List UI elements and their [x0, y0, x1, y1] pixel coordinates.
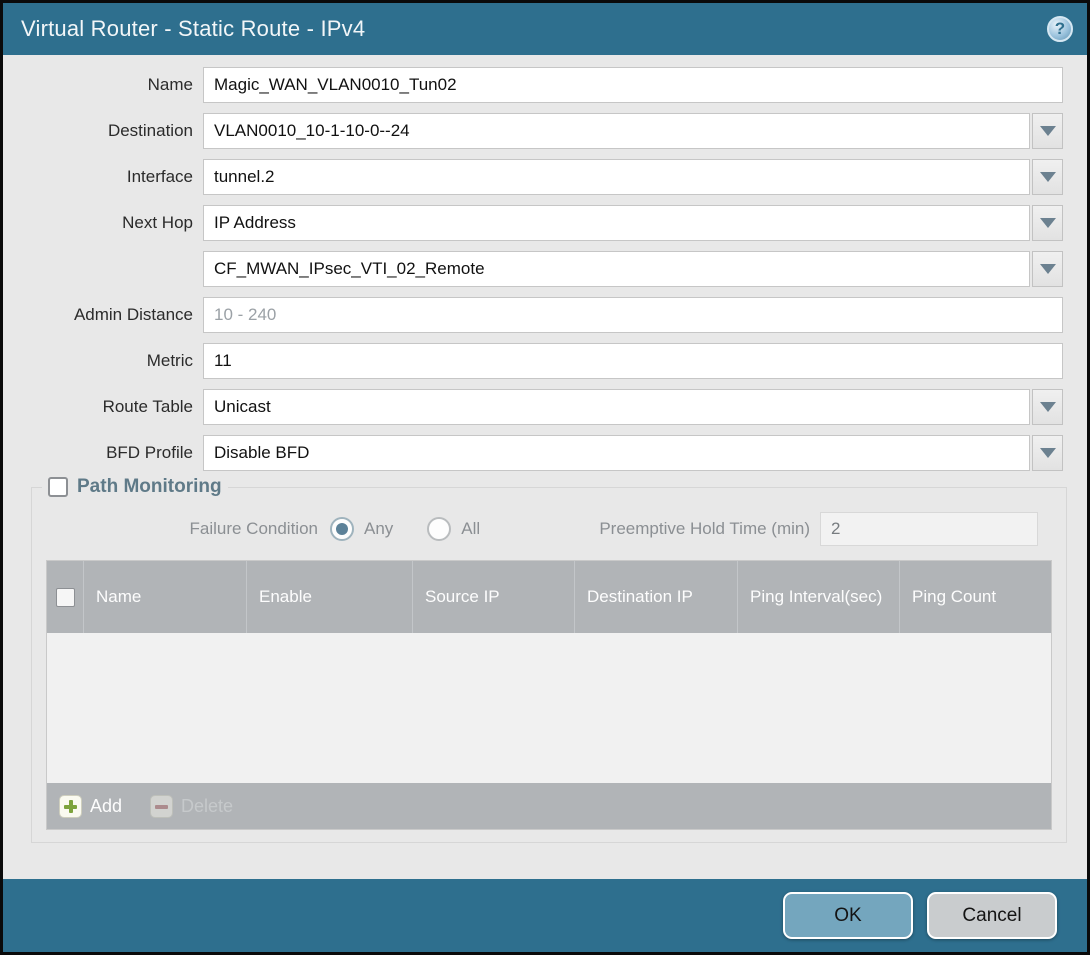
column-header-source-ip: Source IP [413, 561, 575, 633]
next-hop-address-input[interactable] [203, 251, 1030, 287]
dialog-titlebar: Virtual Router - Static Route - IPv4 ? [3, 3, 1087, 55]
minus-icon [150, 795, 173, 818]
bfd-profile-dropdown-button[interactable] [1032, 435, 1063, 471]
ok-button[interactable]: OK [783, 892, 913, 939]
next-hop-row: Next Hop [3, 205, 1063, 241]
route-table-dropdown-button[interactable] [1032, 389, 1063, 425]
failure-condition-row: Failure Condition Any All Preemptive Hol… [40, 512, 1038, 546]
interface-label: Interface [3, 167, 203, 187]
column-header-enable: Enable [247, 561, 413, 633]
failure-condition-label: Failure Condition [40, 519, 330, 539]
column-header-ping-count: Ping Count [900, 561, 1051, 633]
chevron-down-icon [1040, 218, 1056, 228]
failure-condition-any-radio: Any [330, 517, 393, 541]
path-monitoring-title: Path Monitoring [77, 476, 222, 498]
table-header: Name Enable Source IP Destination IP Pin… [47, 561, 1051, 633]
destination-dropdown-button[interactable] [1032, 113, 1063, 149]
static-route-dialog: Virtual Router - Static Route - IPv4 ? N… [0, 0, 1090, 955]
add-button[interactable]: Add [59, 795, 122, 818]
destination-row: Destination [3, 113, 1063, 149]
plus-icon [59, 795, 82, 818]
chevron-down-icon [1040, 264, 1056, 274]
chevron-down-icon [1040, 172, 1056, 182]
route-table-row: Route Table [3, 389, 1063, 425]
admin-distance-input[interactable] [203, 297, 1063, 333]
interface-row: Interface [3, 159, 1063, 195]
next-hop-type-input[interactable] [203, 205, 1030, 241]
table-footer: Add Delete [47, 783, 1051, 829]
path-monitoring-table: Name Enable Source IP Destination IP Pin… [46, 560, 1052, 830]
dialog-title: Virtual Router - Static Route - IPv4 [21, 16, 365, 42]
next-hop-address-row [3, 251, 1063, 287]
route-table-label: Route Table [3, 397, 203, 417]
cancel-button[interactable]: Cancel [927, 892, 1057, 939]
chevron-down-icon [1040, 448, 1056, 458]
column-header-destination-ip: Destination IP [575, 561, 738, 633]
metric-row: Metric [3, 343, 1063, 379]
radio-icon [427, 517, 451, 541]
path-monitoring-section: Path Monitoring Failure Condition Any Al… [31, 487, 1067, 843]
route-table-input[interactable] [203, 389, 1030, 425]
bfd-profile-input[interactable] [203, 435, 1030, 471]
destination-input[interactable] [203, 113, 1030, 149]
chevron-down-icon [1040, 402, 1056, 412]
name-label: Name [3, 75, 203, 95]
name-row: Name [3, 67, 1063, 103]
preemptive-hold-time-label: Preemptive Hold Time (min) [599, 519, 820, 539]
column-header-name: Name [84, 561, 247, 633]
name-input[interactable] [203, 67, 1063, 103]
metric-input[interactable] [203, 343, 1063, 379]
chevron-down-icon [1040, 126, 1056, 136]
next-hop-address-dropdown-button[interactable] [1032, 251, 1063, 287]
bfd-profile-label: BFD Profile [3, 443, 203, 463]
preemptive-hold-time-input [820, 512, 1038, 546]
dialog-footer: OK Cancel [3, 879, 1087, 952]
select-all-checkbox[interactable] [56, 588, 75, 607]
admin-distance-label: Admin Distance [3, 305, 203, 325]
path-monitoring-checkbox[interactable] [48, 477, 68, 497]
radio-icon [330, 517, 354, 541]
destination-label: Destination [3, 121, 203, 141]
bfd-profile-row: BFD Profile [3, 435, 1063, 471]
next-hop-label: Next Hop [3, 213, 203, 233]
interface-input[interactable] [203, 159, 1030, 195]
help-icon[interactable]: ? [1047, 16, 1073, 42]
metric-label: Metric [3, 351, 203, 371]
table-body-empty [47, 633, 1051, 783]
dialog-content: Name Destination Interface [3, 55, 1087, 879]
delete-button: Delete [150, 795, 233, 818]
next-hop-type-dropdown-button[interactable] [1032, 205, 1063, 241]
column-header-ping-interval: Ping Interval(sec) [738, 561, 900, 633]
failure-condition-all-radio: All [427, 517, 480, 541]
interface-dropdown-button[interactable] [1032, 159, 1063, 195]
admin-distance-row: Admin Distance [3, 297, 1063, 333]
